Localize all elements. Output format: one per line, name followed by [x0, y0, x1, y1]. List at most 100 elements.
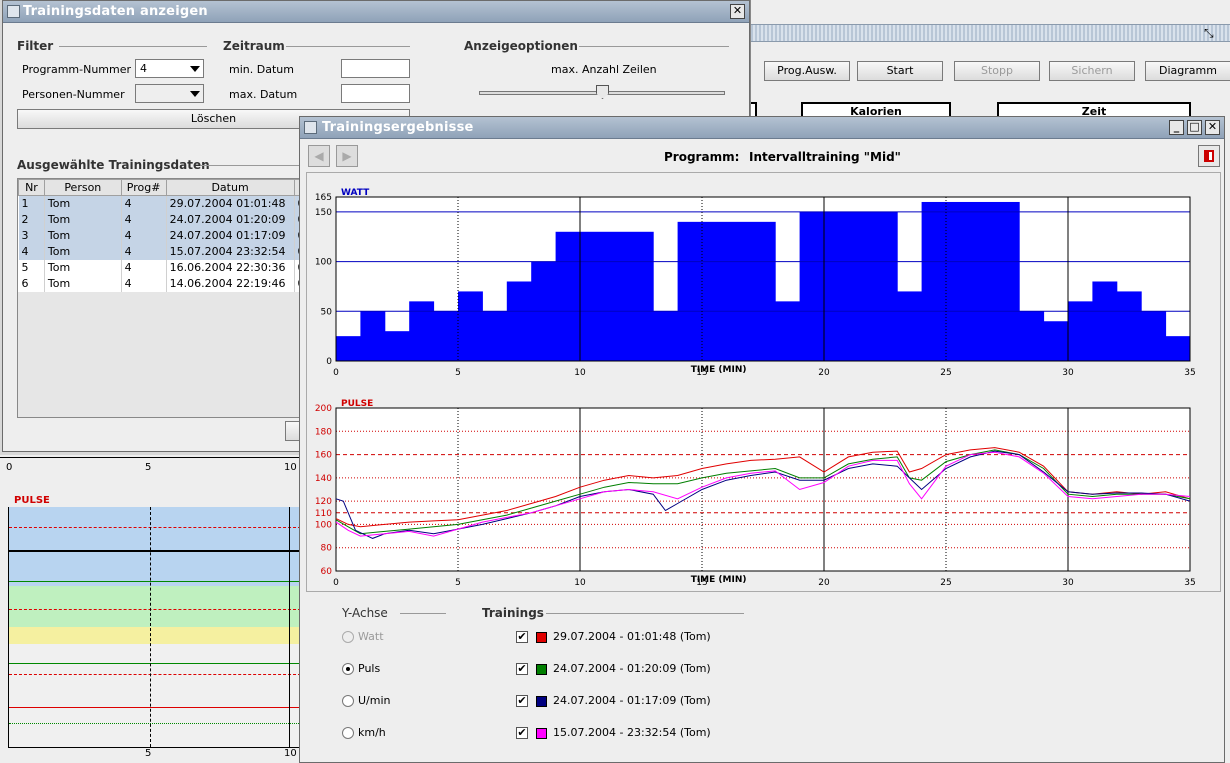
y-achse-divider — [400, 613, 446, 614]
y-option-radio[interactable] — [342, 631, 354, 643]
programm-nummer-select[interactable]: 4 — [135, 59, 204, 78]
filter-divider — [59, 46, 207, 47]
watt-bar — [1141, 311, 1167, 361]
bg-pulse-label: PULSE — [14, 495, 50, 506]
table-row[interactable]: 5Tom416.06.2004 22:30:360 — [18, 259, 302, 276]
x-tick-label: 0 — [333, 578, 339, 588]
cell-prog: 4 — [121, 259, 167, 276]
watt-bar — [1116, 291, 1142, 361]
y-tick-label: 100 — [315, 258, 332, 268]
y-tick-label: 0 — [326, 357, 332, 367]
table-row[interactable]: 6Tom414.06.2004 22:19:460 — [18, 275, 302, 292]
watt-bar — [897, 291, 923, 361]
trainingsergebnisse-window: Trainingsergebnisse _ □ ✕ ◀ ▶ Programm: … — [299, 116, 1225, 763]
training-label: 29.07.2004 - 01:01:48 (Tom) — [553, 630, 711, 643]
x-tick-label: 30 — [1062, 368, 1074, 378]
y-option-label: Puls — [358, 662, 381, 675]
training-checkbox[interactable]: ✔ — [516, 695, 528, 707]
y-option-label: Watt — [358, 630, 384, 643]
trainingsdaten-titlebar[interactable]: Trainingsdaten anzeigen ✕ — [3, 1, 749, 23]
max-zeilen-label: max. Anzahl Zeilen — [551, 63, 657, 76]
nav-back-button[interactable]: ◀ — [308, 145, 330, 167]
watt-bar — [336, 336, 361, 361]
training-checkbox[interactable]: ✔ — [516, 631, 528, 643]
table-row[interactable]: 3Tom424.07.2004 01:17:090 — [18, 227, 302, 244]
col-datum[interactable]: Datum — [165, 179, 295, 196]
training-label: 24.07.2004 - 01:17:09 (Tom) — [553, 694, 711, 707]
watt-bar — [677, 221, 776, 361]
min-datum-input[interactable] — [341, 59, 410, 78]
training-color-swatch — [536, 664, 547, 675]
cell-person: Tom — [44, 259, 122, 276]
watt-bar — [1019, 311, 1045, 361]
cell-person: Tom — [44, 211, 122, 228]
watt-chart: 0501001501650 5 10 15 20 25 30 35TIME (MIN) — [315, 193, 1196, 378]
min-datum-label: min. Datum — [229, 63, 294, 76]
cell-datum: 14.06.2004 22:19:46 — [166, 275, 295, 292]
col-prog[interactable]: Prog# — [120, 179, 167, 196]
y-tick-label: 50 — [321, 307, 333, 317]
y-option-radio[interactable] — [342, 663, 354, 675]
close-icon[interactable]: ✕ — [730, 4, 745, 19]
cell-nr: 2 — [18, 211, 45, 228]
maximize-icon[interactable]: □ — [1187, 120, 1202, 135]
x-axis-label: TIME (MIN) — [691, 575, 747, 585]
cell-nr: 5 — [18, 259, 45, 276]
col-person[interactable]: Person — [43, 179, 122, 196]
x-tick-label: 25 — [940, 368, 951, 378]
cell-datum: 24.07.2004 01:20:09 — [166, 211, 295, 228]
stopp-button[interactable]: Stopp — [954, 61, 1040, 81]
y-tick-label: 180 — [315, 427, 332, 437]
minimize-icon[interactable]: _ — [1169, 120, 1184, 135]
cell-prog: 4 — [121, 275, 167, 292]
close-icon[interactable]: ✕ — [1205, 120, 1220, 135]
max-datum-input[interactable] — [341, 84, 410, 103]
watt-bar — [555, 231, 654, 361]
cell-nr: 6 — [18, 275, 45, 292]
max-zeilen-slider[interactable] — [479, 85, 725, 109]
watt-bar — [1068, 301, 1093, 361]
watt-bar — [482, 311, 508, 361]
x-tick-label: 5 — [455, 578, 461, 588]
programm-value: Intervalltraining "Mid" — [749, 150, 901, 164]
ergebnisse-titlebar[interactable]: Trainingsergebnisse _ □ ✕ — [300, 117, 1224, 139]
start-button[interactable]: Start — [857, 61, 943, 81]
personen-nummer-select[interactable] — [135, 84, 204, 103]
cell-datum: 16.06.2004 22:30:36 — [166, 259, 295, 276]
plot-area — [336, 408, 1190, 571]
x-tick-label: 30 — [1062, 578, 1074, 588]
col-nr[interactable]: Nr — [18, 179, 45, 196]
training-checkbox[interactable]: ✔ — [516, 727, 528, 739]
watt-bar — [799, 211, 898, 361]
training-checkbox[interactable]: ✔ — [516, 663, 528, 675]
bg-pulse-chart — [8, 507, 301, 747]
bg-tick-5: 5 — [145, 462, 152, 473]
cell-datum: 29.07.2004 01:01:48 — [166, 195, 295, 212]
cell-nr: 3 — [18, 227, 45, 244]
diagramm-button[interactable]: Diagramm — [1145, 61, 1230, 81]
window-icon — [7, 5, 20, 18]
restore-icon[interactable]: ⤡ — [1204, 26, 1214, 41]
anzeigeoptionen-divider — [579, 46, 729, 47]
cell-datum: 15.07.2004 23:32:54 — [166, 243, 295, 260]
x-tick-label: 0 — [333, 368, 339, 378]
nav-forward-button[interactable]: ▶ — [336, 145, 358, 167]
x-axis-label: TIME (MIN) — [691, 365, 747, 375]
table-row[interactable]: 4Tom415.07.2004 23:32:540 — [18, 243, 302, 260]
table-row[interactable]: 1Tom429.07.2004 01:01:480 — [18, 195, 302, 212]
filter-heading: Filter — [17, 39, 54, 53]
exit-icon[interactable] — [1198, 145, 1220, 167]
y-option-radio[interactable] — [342, 695, 354, 707]
cell-nr: 1 — [18, 195, 45, 212]
y-option-radio[interactable] — [342, 727, 354, 739]
bg-tick-bottom-10: 10 — [284, 748, 297, 759]
training-label: 24.07.2004 - 01:20:09 (Tom) — [553, 662, 711, 675]
cell-datum: 24.07.2004 01:17:09 — [166, 227, 295, 244]
x-tick-label: 20 — [818, 368, 830, 378]
y-achse-heading: Y-Achse — [342, 606, 388, 620]
table-row[interactable]: 2Tom424.07.2004 01:20:090 — [18, 211, 302, 228]
training-label: 15.07.2004 - 23:32:54 (Tom) — [553, 726, 711, 739]
slider-thumb[interactable] — [596, 85, 609, 99]
prog-ausw-button[interactable]: Prog.Ausw. — [764, 61, 850, 81]
sichern-button[interactable]: Sichern — [1049, 61, 1135, 81]
